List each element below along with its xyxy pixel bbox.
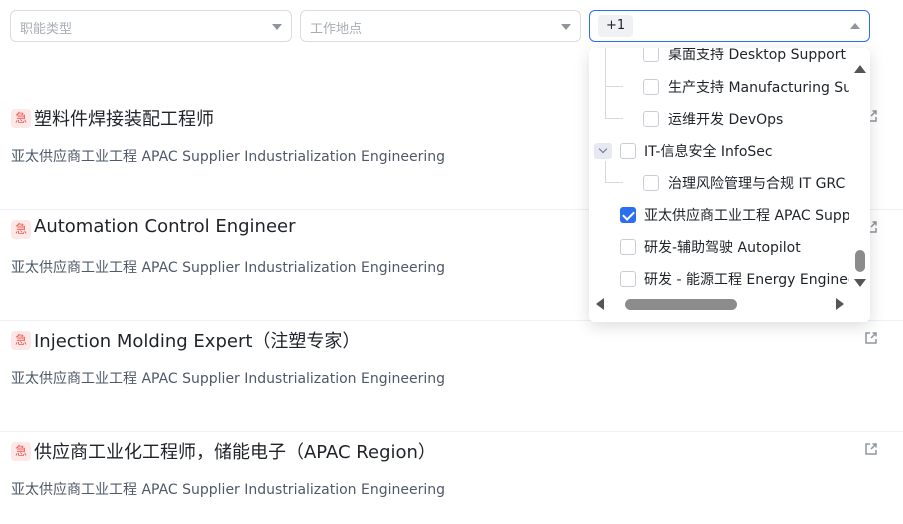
job-card[interactable]: 急 供应商工业化工程师，储能电子（APAC Region） 亚太供应商工业工程 … [0,432,903,524]
work-location-placeholder: 工作地点 [310,22,363,37]
job-department: 亚太供应商工业工程 APAC Supplier Industrializatio… [11,482,446,498]
scroll-left-arrow-icon[interactable] [596,298,604,310]
tree-node-manufacturing-support[interactable]: 生产支持 Manufacturing Support [589,74,849,100]
tree-node-label: 亚太供应商工业工程 APAC Supplier Industrializatio… [644,208,849,224]
tree-node-it-grc[interactable]: 治理风险管理与合规 IT GRC [589,170,849,196]
tree-node-label: IT-信息安全 InfoSec [644,144,773,160]
job-department: 亚太供应商工业工程 APAC Supplier Industrializatio… [11,149,446,165]
function-type-placeholder: 职能类型 [20,22,73,37]
tree-node-autopilot[interactable]: 研发-辅助驾驶 Autopilot [589,234,849,260]
chevron-up-icon [850,23,860,29]
scroll-up-arrow-icon[interactable] [854,65,866,73]
selected-count-tag: +1 [598,15,634,37]
vertical-scrollbar-thumb[interactable] [855,250,865,272]
department-select[interactable]: +1 [589,10,870,42]
checkbox-checked[interactable] [620,207,636,223]
tree-node-apac-supplier-engineering[interactable]: 亚太供应商工业工程 APAC Supplier Industrializatio… [589,202,849,228]
tree-node-label: 桌面支持 Desktop Support [668,48,846,63]
chevron-down-icon [561,24,571,30]
checkbox[interactable] [643,48,659,62]
tree-node-label: 研发 - 能源工程 Energy Engineering [644,272,849,288]
checkbox[interactable] [643,111,659,127]
chevron-down-icon[interactable] [594,143,612,159]
job-title[interactable]: Automation Control Engineer [34,216,296,237]
job-title[interactable]: Injection Molding Expert（注塑专家） [34,327,360,353]
job-card[interactable]: 急 Injection Molding Expert（注塑专家） 亚太供应商工业… [0,321,903,432]
share-icon[interactable] [863,441,879,457]
scroll-right-arrow-icon[interactable] [836,298,844,310]
urgent-badge: 急 [11,220,31,239]
job-department: 亚太供应商工业工程 APAC Supplier Industrializatio… [11,371,446,387]
job-title[interactable]: 供应商工业化工程师，储能电子（APAC Region） [34,438,436,464]
checkbox[interactable] [620,271,636,287]
tree-node-energy-engineering[interactable]: 研发 - 能源工程 Energy Engineering [589,266,849,292]
tree-node-desktop-support[interactable]: 桌面支持 Desktop Support [589,48,849,67]
tree-node-label: 研发-辅助驾驶 Autopilot [644,240,801,256]
department-tree-dropdown[interactable]: 桌面支持 Desktop Support 生产支持 Manufacturing … [589,48,870,322]
tree-node-label: 治理风险管理与合规 IT GRC [668,176,846,192]
tree-node-infosec[interactable]: IT-信息安全 InfoSec [589,138,849,164]
department-tree-list: 桌面支持 Desktop Support 生产支持 Manufacturing … [589,48,849,292]
job-title[interactable]: 塑料件焊接装配工程师 [34,105,214,131]
share-icon[interactable] [863,330,879,346]
checkbox[interactable] [643,175,659,191]
checkbox[interactable] [643,79,659,95]
checkbox[interactable] [620,239,636,255]
checkbox[interactable] [620,143,636,159]
tree-node-label: 生产支持 Manufacturing Support [668,80,849,96]
job-department: 亚太供应商工业工程 APAC Supplier Industrializatio… [11,260,446,276]
urgent-badge: 急 [11,331,31,350]
scroll-down-arrow-icon[interactable] [854,279,866,287]
tree-node-label: 运维开发 DevOps [668,112,784,128]
urgent-badge: 急 [11,442,31,461]
chevron-down-icon [272,24,282,30]
work-location-select[interactable]: 工作地点 [300,10,581,42]
function-type-select[interactable]: 职能类型 [10,10,292,42]
tree-node-devops[interactable]: 运维开发 DevOps [589,106,849,132]
urgent-badge: 急 [11,109,31,128]
horizontal-scrollbar-thumb[interactable] [625,299,737,310]
